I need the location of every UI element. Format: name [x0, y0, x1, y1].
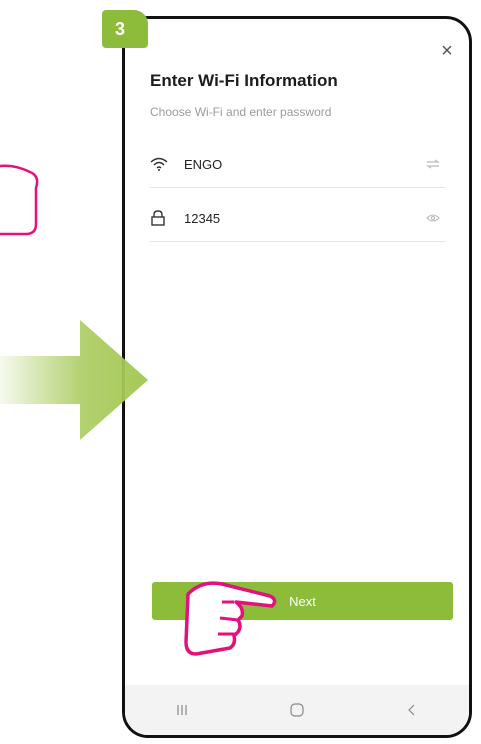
swap-icon[interactable] — [421, 159, 445, 169]
pointing-hand-icon — [0, 164, 39, 236]
phone-frame: × Enter Wi-Fi Information Choose Wi-Fi a… — [122, 16, 472, 738]
recent-apps-icon[interactable] — [162, 695, 202, 725]
lock-icon — [150, 210, 178, 226]
step-badge: 3 — [102, 10, 148, 48]
pointing-hand-icon — [184, 581, 277, 656]
wifi-icon — [150, 157, 178, 171]
back-icon[interactable] — [392, 695, 432, 725]
wifi-select-row[interactable]: ENGO — [150, 141, 445, 188]
page-title: Enter Wi-Fi Information — [150, 71, 338, 90]
arrow-right-graphic — [0, 320, 148, 440]
android-nav-bar — [125, 685, 469, 735]
home-icon[interactable] — [277, 695, 317, 725]
eye-icon[interactable] — [421, 213, 445, 223]
wifi-ssid-value: ENGO — [184, 156, 223, 172]
close-button[interactable]: × — [437, 41, 457, 61]
page-subtitle: Choose Wi-Fi and enter password — [150, 105, 332, 119]
password-value: 12345 — [184, 210, 221, 226]
password-field[interactable]: 12345 — [150, 195, 445, 242]
